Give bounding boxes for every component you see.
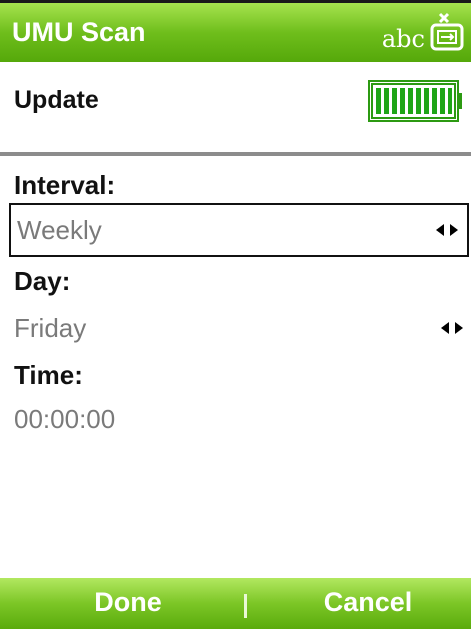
keyboard-switch-icon[interactable] — [429, 11, 465, 53]
update-label: Update — [14, 86, 99, 114]
time-value[interactable]: 00:00:00 — [14, 404, 115, 435]
interval-label: Interval: — [14, 170, 116, 200]
softkey-separator — [244, 594, 247, 618]
update-row[interactable]: Update — [0, 62, 471, 152]
time-label: Time: — [14, 360, 83, 390]
cancel-button[interactable]: Cancel — [268, 587, 468, 618]
battery-full-icon — [368, 80, 462, 122]
app-title: UMU Scan — [12, 17, 146, 47]
done-button[interactable]: Done — [28, 587, 228, 618]
day-label: Day: — [14, 266, 71, 296]
title-bar: UMU Scan abc — [0, 0, 471, 62]
left-right-arrows-icon[interactable] — [435, 223, 459, 237]
input-mode-indicator[interactable]: abc — [382, 25, 425, 53]
left-right-arrows-icon[interactable] — [440, 321, 464, 335]
softkey-bar: Done Cancel — [0, 578, 471, 629]
interval-picker[interactable]: Weekly — [9, 203, 469, 257]
day-value[interactable]: Friday — [14, 313, 86, 344]
interval-value: Weekly — [17, 215, 102, 245]
divider — [0, 152, 471, 156]
